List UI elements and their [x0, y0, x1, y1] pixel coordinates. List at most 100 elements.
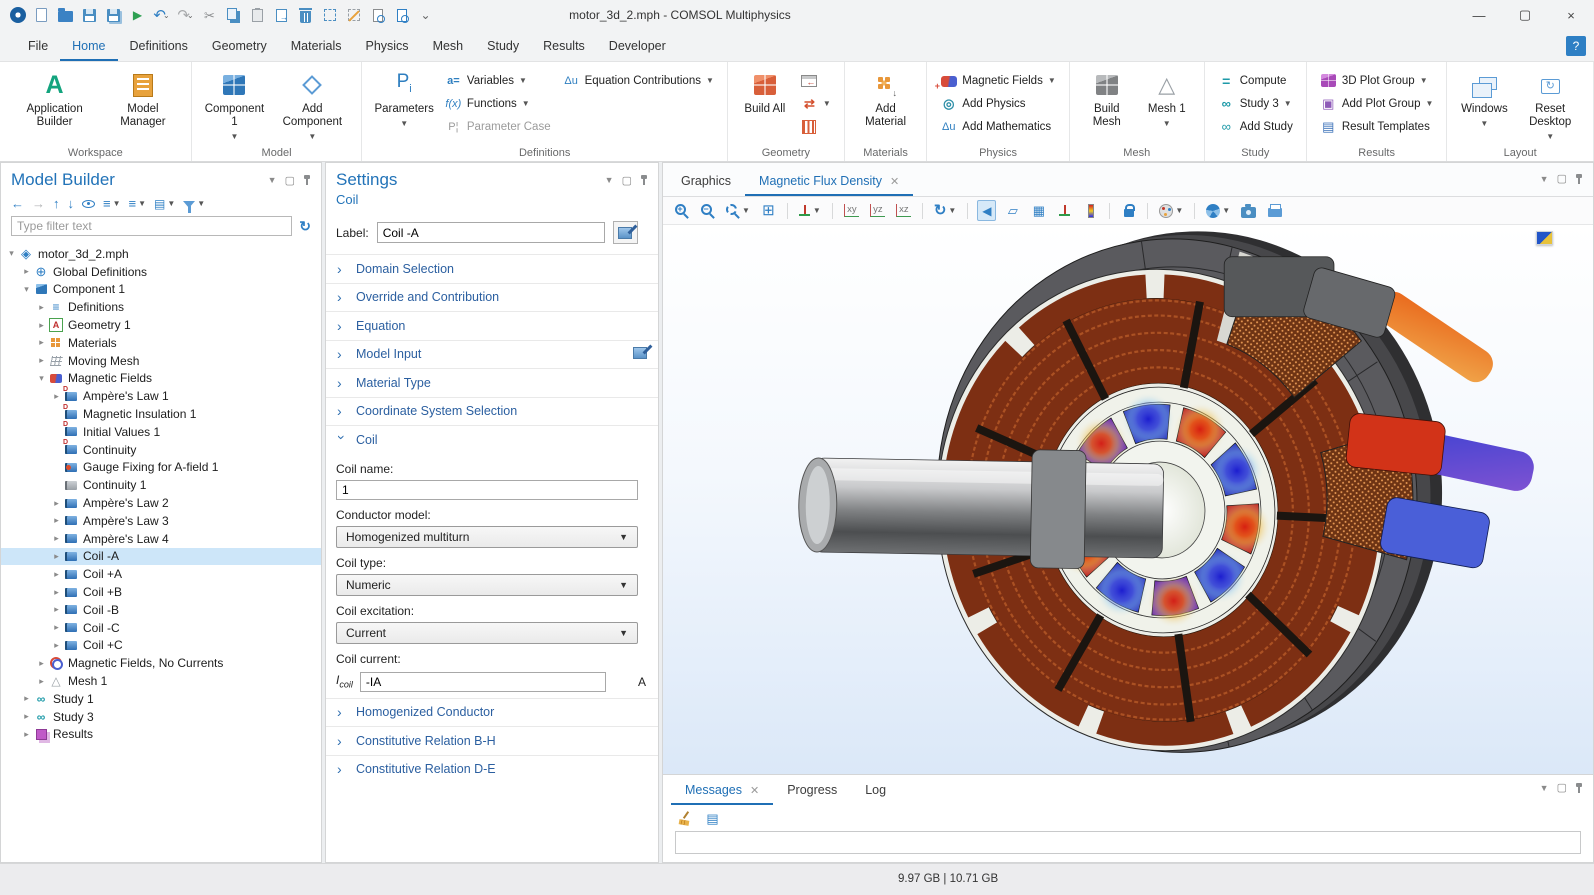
message-table-button[interactable]: ▤ [703, 808, 722, 829]
menu-mesh[interactable]: Mesh [421, 32, 476, 61]
chevron-collapsed-icon[interactable]: ▸ [35, 676, 48, 687]
tree-item-initial-values-1[interactable]: Initial Values 1 [1, 423, 321, 441]
pin-icon[interactable] [1575, 174, 1583, 184]
chevron-collapsed-icon[interactable]: ▸ [35, 355, 48, 366]
undo-icon[interactable]: ↶⌄ [150, 3, 173, 27]
rotate-button[interactable]: ↻▼ [932, 200, 959, 221]
menu-home[interactable]: Home [60, 32, 117, 61]
tree-item-magnetic-insulation-1[interactable]: Magnetic Insulation 1 [1, 405, 321, 423]
open-icon[interactable] [54, 3, 77, 27]
chevron-collapsed-icon[interactable]: ▸ [50, 622, 63, 633]
add-component-button[interactable]: Add Component▼ [270, 66, 354, 145]
menu-definitions[interactable]: Definitions [118, 32, 200, 61]
add-plot-group-button[interactable]: ▣Add Plot Group▼ [1317, 94, 1437, 113]
move-up-button[interactable]: ↑ [53, 197, 60, 210]
tab-magnetic-flux-density[interactable]: Magnetic Flux Density✕ [745, 166, 913, 196]
save-icon[interactable] [78, 3, 101, 27]
color-theme-button[interactable]: ▼ [1157, 200, 1185, 221]
tab-graphics[interactable]: Graphics [667, 166, 745, 196]
expand-button[interactable]: ≡▼ [103, 197, 121, 210]
save-as-icon[interactable] [102, 3, 125, 27]
graphics-viewport[interactable] [663, 225, 1593, 774]
forward-button[interactable]: → [32, 197, 45, 210]
build-mesh-button[interactable]: Build Mesh [1077, 66, 1137, 131]
tab-messages[interactable]: Messages✕ [671, 775, 773, 805]
chevron-down-icon[interactable]: ▼ [1540, 783, 1549, 793]
tree-item-global-definitions[interactable]: ▸⊕Global Definitions [1, 263, 321, 281]
tree-item-gauge-fixing-for-a-field-1[interactable]: Gauge Fixing for A-field 1 [1, 459, 321, 477]
virtual-ops-icon-button[interactable] [798, 117, 834, 136]
add-mathematics-button[interactable]: ΔuAdd Mathematics [937, 117, 1058, 136]
add-material-button[interactable]: Add Material [852, 66, 919, 131]
tree-item-coil-a[interactable]: ▸Coil -A [1, 548, 321, 566]
tree-item-motor-3d-2-mph[interactable]: ▾◈motor_3d_2.mph [1, 245, 321, 263]
filter-input[interactable] [11, 216, 292, 236]
transparency-button[interactable]: ▱ [1003, 200, 1022, 221]
mesh-1-button[interactable]: △Mesh 1▼ [1137, 66, 1197, 132]
float-panel-icon[interactable]: ▢ [1557, 172, 1567, 185]
tree-item-study-3[interactable]: ▸∞Study 3 [1, 708, 321, 726]
study-3-button[interactable]: ∞Study 3▼ [1215, 94, 1296, 113]
delete-icon[interactable] [294, 3, 317, 27]
deselect-icon[interactable] [342, 3, 365, 27]
copy-icon[interactable] [222, 3, 245, 27]
chevron-collapsed-icon[interactable]: ▸ [20, 711, 33, 722]
tree-item-coil-b[interactable]: ▸Coil +B [1, 583, 321, 601]
chevron-collapsed-icon[interactable]: ▸ [35, 320, 48, 331]
chevron-collapsed-icon[interactable]: ▸ [50, 533, 63, 544]
coil-type-select[interactable]: Numeric▼ [336, 574, 638, 596]
chevron-collapsed-icon[interactable]: ▸ [50, 587, 63, 598]
import-icon-button[interactable] [798, 71, 834, 90]
tree-item-materials[interactable]: ▸Materials [1, 334, 321, 352]
chevron-collapsed-icon[interactable]: ▸ [50, 569, 63, 580]
menu-materials[interactable]: Materials [279, 32, 354, 61]
chevron-collapsed-icon[interactable]: ▸ [50, 640, 63, 651]
compute-button[interactable]: =Compute [1215, 71, 1296, 90]
plot-thumbnail-icon[interactable] [1536, 231, 1553, 245]
chevron-collapsed-icon[interactable]: ▸ [20, 266, 33, 277]
back-button[interactable]: ← [11, 197, 24, 210]
menu-file[interactable]: File [16, 32, 60, 61]
tree-item-amp-re-s-law-3[interactable]: ▸Ampère's Law 3 [1, 512, 321, 530]
float-panel-icon[interactable]: ▢ [622, 174, 632, 187]
tree-item-coil-c[interactable]: ▸Coil -C [1, 619, 321, 637]
add-physics-button[interactable]: ◎Add Physics [937, 94, 1058, 113]
conductor-model-select[interactable]: Homogenized multiturn▼ [336, 526, 638, 548]
reset-desktop-button[interactable]: ↻Reset Desktop▼ [1514, 66, 1586, 145]
chevron-down-icon[interactable]: ▼ [1540, 174, 1549, 184]
new-file-icon[interactable] [30, 3, 53, 27]
scene-light-button[interactable]: ◀ [977, 200, 996, 221]
3d-plot-group-button[interactable]: 3D Plot Group▼ [1317, 71, 1437, 90]
lock-button[interactable] [1119, 200, 1138, 221]
show-button[interactable] [82, 200, 95, 208]
sync-icon-button[interactable]: ⇄▼ [798, 94, 834, 113]
tree-item-component-1[interactable]: ▾Component 1 [1, 281, 321, 299]
grid-button[interactable]: ▦ [1029, 200, 1048, 221]
coil-current-input[interactable] [360, 672, 606, 692]
find-icon[interactable] [366, 3, 389, 27]
tree-item-continuity[interactable]: Continuity [1, 441, 321, 459]
section-override-and-contribution[interactable]: ›Override and Contribution [326, 283, 658, 312]
section-coil[interactable]: ›Coil [326, 425, 658, 454]
cut-icon[interactable]: ✂ [198, 3, 221, 27]
chevron-collapsed-icon[interactable]: ▸ [20, 693, 33, 704]
zoom-in-button[interactable]: + [672, 200, 691, 221]
help-button[interactable]: ? [1566, 36, 1586, 56]
add-study-button[interactable]: ∞Add Study [1215, 117, 1296, 136]
tree-item-magnetic-fields[interactable]: ▾Magnetic Fields [1, 370, 321, 388]
menu-results[interactable]: Results [531, 32, 597, 61]
minimize-button[interactable]: — [1456, 0, 1502, 30]
tree-item-moving-mesh[interactable]: ▸Moving Mesh [1, 352, 321, 370]
tree-item-mesh-1[interactable]: ▸△Mesh 1 [1, 672, 321, 690]
parameters-button[interactable]: PiParameters▼ [369, 66, 438, 132]
section-constitutive-relation-d-e[interactable]: ›Constitutive Relation D-E [326, 755, 658, 784]
section-domain-selection[interactable]: ›Domain Selection [326, 254, 658, 283]
menu-developer[interactable]: Developer [597, 32, 678, 61]
tree-item-coil-b[interactable]: ▸Coil -B [1, 601, 321, 619]
duplicate-icon[interactable] [270, 3, 293, 27]
tab-progress[interactable]: Progress [773, 775, 851, 805]
rename-button[interactable] [613, 221, 638, 244]
tree-item-amp-re-s-law-4[interactable]: ▸Ampère's Law 4 [1, 530, 321, 548]
pin-icon[interactable] [303, 175, 311, 185]
snapshot-button[interactable] [1239, 200, 1258, 221]
